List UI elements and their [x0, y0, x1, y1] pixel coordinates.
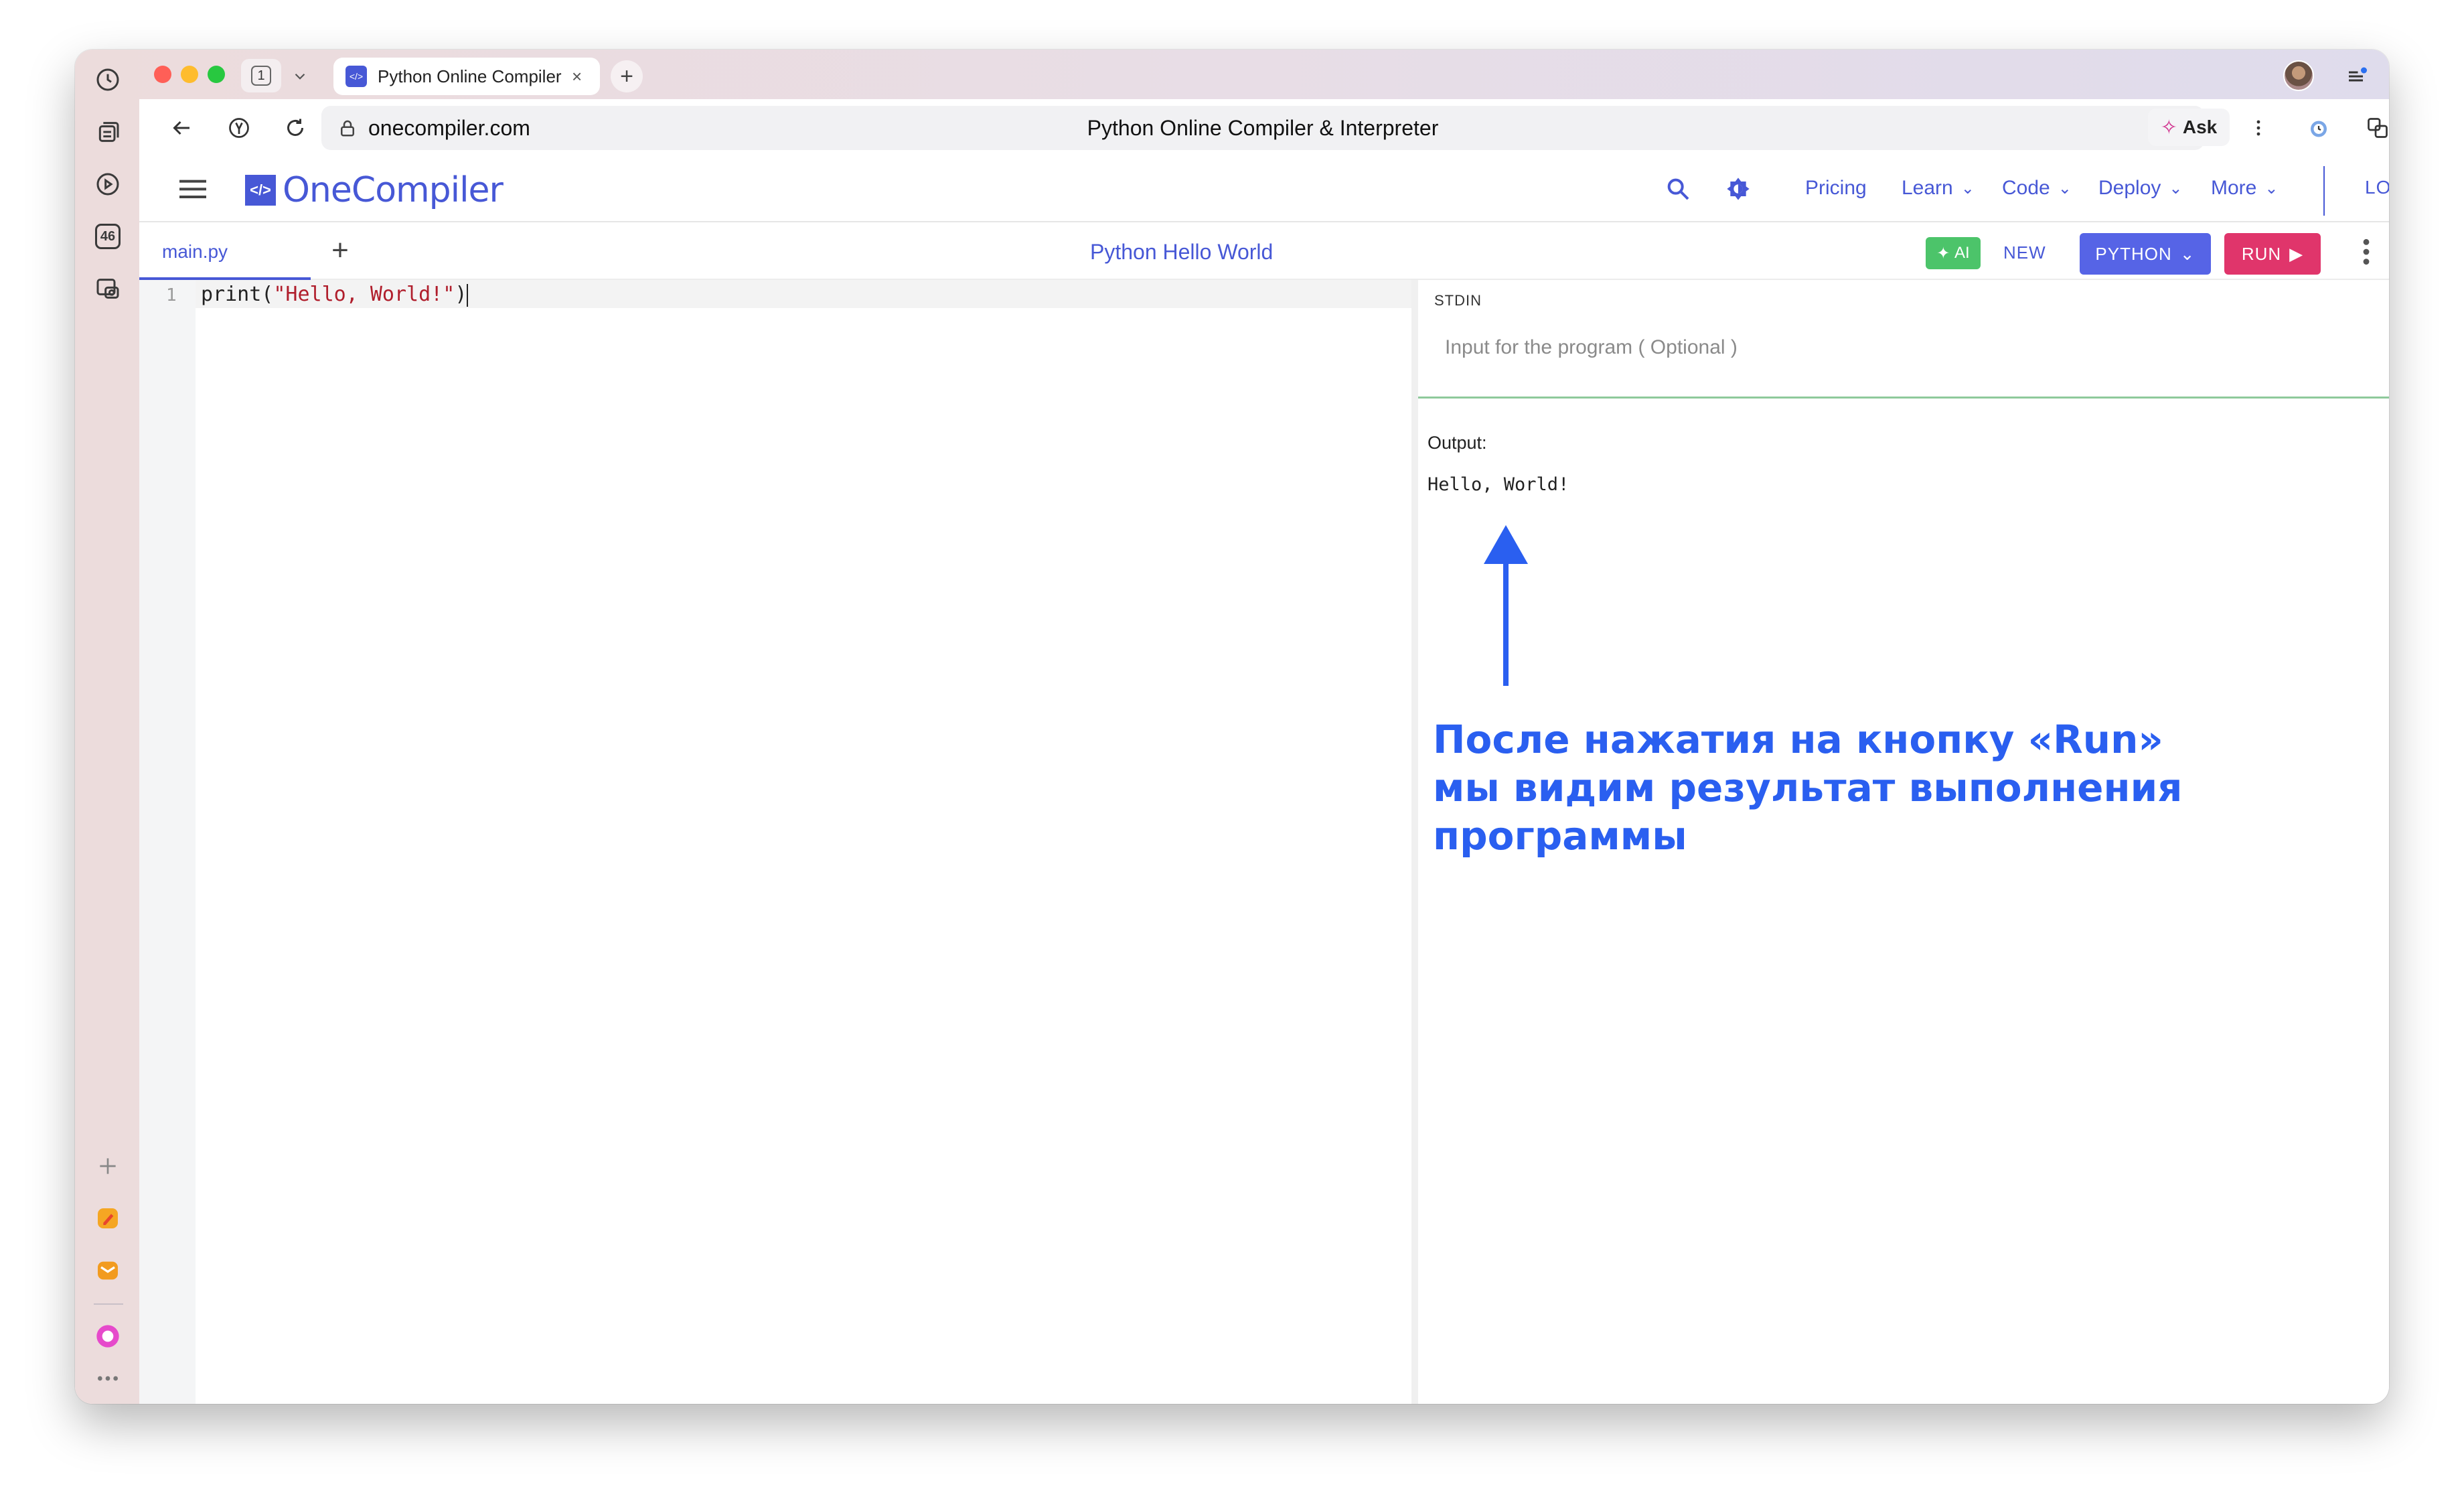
onecompiler-favicon-icon: </>: [345, 66, 367, 87]
ask-ai-button[interactable]: ✧ Ask: [2148, 109, 2230, 146]
browser-tab-active[interactable]: </> Python Online Compiler & Interpreter…: [333, 58, 600, 95]
profile-avatar[interactable]: [2283, 60, 2314, 91]
search-icon[interactable]: [1665, 175, 1691, 202]
minimize-window-button[interactable]: [181, 66, 198, 83]
history-icon[interactable]: [92, 64, 123, 95]
play-icon: ▶: [2289, 243, 2304, 264]
output-label: Output:: [1428, 433, 1487, 453]
annotation-text: После нажатия на кнопку «Run» мы видим р…: [1433, 717, 2183, 859]
nav-more[interactable]: More ⌄: [2211, 177, 2278, 200]
chevron-down-icon: ⌄: [2179, 243, 2196, 264]
tab-title: Python Online Compiler & Interpreter: [378, 66, 565, 86]
code-line[interactable]: print("Hello, World!"): [201, 283, 469, 307]
editor-toolbar: main.py + Python Hello World ✦ AI NEW PY…: [139, 222, 2389, 280]
sparkle-icon: ✦: [1936, 244, 1950, 263]
navigation-bar: onecompiler.com Python Online Compiler &…: [139, 99, 2389, 157]
mail-app-icon[interactable]: [92, 1255, 123, 1286]
run-button[interactable]: RUN ▶: [2224, 233, 2321, 275]
more-actions-icon[interactable]: [2242, 111, 2275, 145]
close-window-button[interactable]: [154, 66, 171, 83]
screenshot-icon[interactable]: [92, 273, 123, 304]
annotation-arrow-up-icon: [1484, 525, 1528, 686]
add-file-button[interactable]: +: [325, 236, 355, 265]
tab-close-icon[interactable]: ×: [572, 66, 582, 87]
panel-splitter[interactable]: [1411, 280, 1418, 1404]
stdin-underline: [1418, 397, 2389, 399]
tab-list-chevron-icon[interactable]: [287, 64, 313, 88]
chevron-down-icon: ⌄: [2169, 179, 2183, 198]
zoom-window-button[interactable]: [208, 66, 225, 83]
address-url: onecompiler.com: [368, 115, 530, 140]
new-button[interactable]: NEW: [2003, 242, 2046, 263]
collections-icon[interactable]: [92, 117, 123, 147]
chevron-down-icon: ⌄: [2058, 179, 2072, 198]
chevron-down-icon: ⌄: [1960, 179, 1975, 198]
line-number: 1: [166, 285, 177, 305]
lock-icon: [337, 118, 358, 138]
translate-icon[interactable]: [2361, 111, 2389, 145]
ai-spark-icon: ✧: [2160, 116, 2177, 139]
login-button[interactable]: LOGIN: [2365, 177, 2389, 198]
new-tab-button[interactable]: +: [611, 60, 643, 92]
more-sidebar-icon[interactable]: [92, 1369, 123, 1388]
output-text: Hello, World!: [1428, 474, 1569, 495]
browser-menu-icon[interactable]: [2345, 64, 2372, 88]
add-sidebar-item-icon[interactable]: [92, 1151, 123, 1182]
yandex-home-icon[interactable]: [222, 111, 256, 145]
line-gutter: [139, 280, 196, 1404]
stdin-input[interactable]: [1434, 324, 2365, 371]
tab-count-button[interactable]: 1: [241, 59, 281, 92]
io-panel: STDIN Output: Hello, World! После нажати…: [1418, 280, 2389, 1404]
alarm-extension-icon[interactable]: [2302, 111, 2335, 145]
logo-code-icon: </>: [245, 175, 276, 206]
text-cursor: [467, 283, 469, 307]
chevron-down-icon: ⌄: [2264, 179, 2279, 198]
nav-pricing[interactable]: Pricing: [1805, 177, 1867, 200]
address-page-title: Python Online Compiler & Interpreter: [1087, 115, 1439, 140]
reload-icon[interactable]: [279, 111, 312, 145]
tabs-count-badge[interactable]: 46: [92, 221, 123, 252]
nav-code[interactable]: Code ⌄: [2002, 177, 2072, 200]
sidebar-divider: [94, 1303, 123, 1305]
website-content: </> OneCompiler Pricing Learn ⌄ Code ⌄ Dep…: [139, 157, 2389, 1404]
hamburger-menu-icon[interactable]: [179, 177, 206, 201]
program-title[interactable]: Python Hello World: [1090, 240, 1273, 265]
site-logo[interactable]: </> OneCompiler: [245, 170, 504, 210]
ai-button[interactable]: ✦ AI: [1926, 237, 1981, 269]
notes-app-icon[interactable]: [92, 1203, 123, 1234]
browser-window: 46 1 </> Python Online Compiler & Interp…: [75, 50, 2389, 1404]
video-icon[interactable]: [92, 169, 123, 200]
nav-deploy[interactable]: Deploy ⌄: [2098, 177, 2183, 200]
alice-assistant-icon[interactable]: [92, 1321, 123, 1352]
more-options-icon[interactable]: [2360, 237, 2373, 267]
site-header: </> OneCompiler Pricing Learn ⌄ Code ⌄ Dep…: [139, 157, 2389, 222]
nav-learn[interactable]: Learn ⌄: [1902, 177, 1975, 200]
code-editor[interactable]: 1 print("Hello, World!"): [139, 280, 1411, 1404]
address-bar[interactable]: onecompiler.com Python Online Compiler &…: [321, 106, 2204, 150]
header-divider: [2323, 166, 2325, 216]
theme-toggle-icon[interactable]: [1725, 175, 1752, 202]
stdin-label: STDIN: [1434, 292, 1482, 309]
language-select-button[interactable]: PYTHON ⌄: [2080, 233, 2211, 275]
file-tab-main[interactable]: main.py: [139, 222, 311, 280]
back-icon[interactable]: [165, 111, 198, 145]
